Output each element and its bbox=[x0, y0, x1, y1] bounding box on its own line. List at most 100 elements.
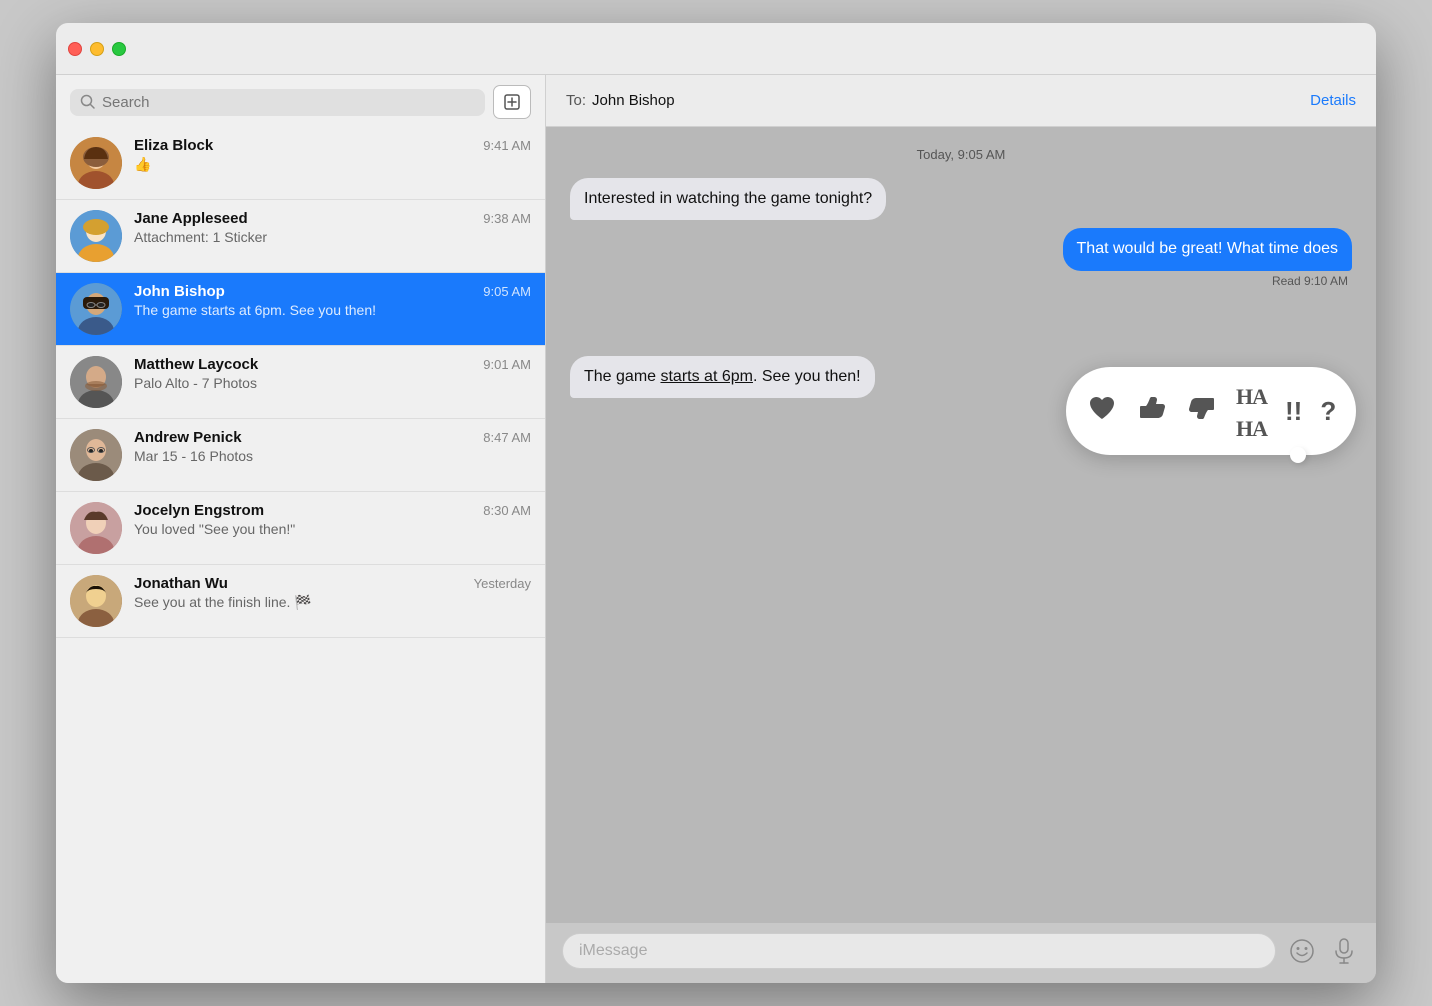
conversation-top: Matthew Laycock 9:01 AM bbox=[134, 356, 531, 373]
search-bar[interactable] bbox=[70, 89, 485, 116]
message-text-part2: . See you then! bbox=[753, 368, 861, 385]
close-button[interactable] bbox=[68, 42, 82, 56]
avatar-andrew bbox=[70, 429, 122, 481]
emoji-button[interactable] bbox=[1286, 935, 1318, 967]
conversation-top: Jane Appleseed 9:38 AM bbox=[134, 210, 531, 227]
conversation-preview: Mar 15 - 16 Photos bbox=[134, 448, 531, 464]
question-text: ? bbox=[1320, 396, 1336, 426]
traffic-lights bbox=[68, 42, 126, 56]
conversation-preview: 👍 bbox=[134, 156, 531, 173]
details-button[interactable]: Details bbox=[1310, 92, 1356, 109]
thumbsup-icon bbox=[1136, 392, 1168, 424]
conversation-info-jocelyn: Jocelyn Engstrom 8:30 AM You loved "See … bbox=[134, 502, 531, 537]
mic-button[interactable] bbox=[1328, 935, 1360, 967]
recipient-name: John Bishop bbox=[592, 92, 675, 109]
conversation-item-eliza-block[interactable]: Eliza Block 9:41 AM 👍 bbox=[56, 127, 545, 200]
compose-button[interactable] bbox=[493, 85, 531, 119]
conversation-time: 9:41 AM bbox=[483, 138, 531, 153]
messages-container: Today, 9:05 AM Interested in watching th… bbox=[546, 127, 1376, 923]
conversation-item-jocelyn-engstrom[interactable]: Jocelyn Engstrom 8:30 AM You loved "See … bbox=[56, 492, 545, 565]
conversation-info-andrew: Andrew Penick 8:47 AM Mar 15 - 16 Photos bbox=[134, 429, 531, 464]
maximize-button[interactable] bbox=[112, 42, 126, 56]
titlebar bbox=[56, 23, 1376, 75]
conversation-item-andrew-penick[interactable]: Andrew Penick 8:47 AM Mar 15 - 16 Photos bbox=[56, 419, 545, 492]
conversation-item-jane-appleseed[interactable]: Jane Appleseed 9:38 AM Attachment: 1 Sti… bbox=[56, 200, 545, 273]
compose-icon bbox=[503, 93, 521, 111]
conversation-name: Jane Appleseed bbox=[134, 210, 248, 227]
conversation-time: 9:05 AM bbox=[483, 284, 531, 299]
heart-icon bbox=[1086, 392, 1118, 424]
conversation-time: 9:01 AM bbox=[483, 357, 531, 372]
tapback-popup: HAHA !! ? bbox=[1066, 367, 1356, 455]
conversation-item-john-bishop[interactable]: John Bishop 9:05 AM The game starts at 6… bbox=[56, 273, 545, 346]
conversation-time: Yesterday bbox=[474, 576, 531, 591]
tapback-question[interactable]: ? bbox=[1316, 391, 1340, 431]
conversation-info-jane: Jane Appleseed 9:38 AM Attachment: 1 Sti… bbox=[134, 210, 531, 245]
avatar-eliza bbox=[70, 137, 122, 189]
message-bubble: Interested in watching the game tonight? bbox=[570, 178, 886, 220]
conversation-item-matthew-laycock[interactable]: Matthew Laycock 9:01 AM Palo Alto - 7 Ph… bbox=[56, 346, 545, 419]
minimize-button[interactable] bbox=[90, 42, 104, 56]
conversation-time: 9:38 AM bbox=[483, 211, 531, 226]
message-row-outgoing-1: That would be great! What time does Read… bbox=[570, 228, 1352, 287]
messages-window: Eliza Block 9:41 AM 👍 bbox=[56, 23, 1376, 983]
emoji-icon bbox=[1289, 938, 1315, 964]
conversation-info-john: John Bishop 9:05 AM The game starts at 6… bbox=[134, 283, 531, 318]
tapback-thumbsdown[interactable] bbox=[1182, 388, 1222, 435]
conversation-preview: Attachment: 1 Sticker bbox=[134, 229, 531, 245]
tapback-heart[interactable] bbox=[1082, 388, 1122, 435]
avatar-matthew bbox=[70, 356, 122, 408]
conversation-item-jonathan-wu[interactable]: Jonathan Wu Yesterday See you at the fin… bbox=[56, 565, 545, 638]
mic-icon bbox=[1333, 938, 1355, 964]
message-bubble-incoming-2: The game starts at 6pm. See you then! bbox=[570, 356, 875, 398]
date-separator: Today, 9:05 AM bbox=[570, 147, 1352, 162]
search-input[interactable] bbox=[102, 94, 475, 111]
conversation-name: Eliza Block bbox=[134, 137, 213, 154]
tapback-exclamation[interactable]: !! bbox=[1281, 391, 1306, 431]
avatar-jonathan bbox=[70, 575, 122, 627]
chat-input-area: iMessage bbox=[546, 923, 1376, 983]
message-text-part1: The game bbox=[584, 368, 660, 385]
conversation-name: Jonathan Wu bbox=[134, 575, 228, 592]
input-placeholder: iMessage bbox=[579, 942, 647, 959]
conversation-preview: See you at the finish line. 🏁 bbox=[134, 594, 531, 611]
conversation-time: 8:30 AM bbox=[483, 503, 531, 518]
avatar-john bbox=[70, 283, 122, 335]
message-bubble-outgoing: That would be great! What time does bbox=[1063, 228, 1352, 270]
avatar-jane bbox=[70, 210, 122, 262]
conversation-preview: The game starts at 6pm. See you then! bbox=[134, 302, 531, 318]
content-area: Eliza Block 9:41 AM 👍 bbox=[56, 75, 1376, 983]
conversation-info-matthew: Matthew Laycock 9:01 AM Palo Alto - 7 Ph… bbox=[134, 356, 531, 391]
exclamation-text: !! bbox=[1285, 396, 1302, 426]
conversation-list: Eliza Block 9:41 AM 👍 bbox=[56, 127, 545, 983]
message-text: Interested in watching the game tonight? bbox=[584, 190, 872, 207]
tapback-haha[interactable]: HAHA bbox=[1232, 375, 1271, 447]
avatar-jocelyn bbox=[70, 502, 122, 554]
chat-area: To: John Bishop Details Today, 9:05 AM I… bbox=[546, 75, 1376, 983]
conversation-name: Jocelyn Engstrom bbox=[134, 502, 264, 519]
conversation-preview: Palo Alto - 7 Photos bbox=[134, 375, 531, 391]
chat-header: To: John Bishop Details bbox=[546, 75, 1376, 127]
tapback-thumbsup[interactable] bbox=[1132, 388, 1172, 435]
imessage-input[interactable]: iMessage bbox=[562, 933, 1276, 969]
message-text: That would be great! What time does bbox=[1077, 240, 1338, 257]
conversation-top: Jonathan Wu Yesterday bbox=[134, 575, 531, 592]
message-text-underline: starts at 6pm bbox=[660, 368, 752, 385]
search-icon bbox=[80, 94, 96, 110]
conversation-top: Eliza Block 9:41 AM bbox=[134, 137, 531, 154]
conversation-top: John Bishop 9:05 AM bbox=[134, 283, 531, 300]
conversation-top: Andrew Penick 8:47 AM bbox=[134, 429, 531, 446]
conversation-name: Matthew Laycock bbox=[134, 356, 258, 373]
conversation-preview: You loved "See you then!" bbox=[134, 521, 531, 537]
thumbsdown-icon bbox=[1186, 392, 1218, 424]
conversation-name: John Bishop bbox=[134, 283, 225, 300]
sidebar: Eliza Block 9:41 AM 👍 bbox=[56, 75, 546, 983]
conversation-top: Jocelyn Engstrom 8:30 AM bbox=[134, 502, 531, 519]
conversation-time: 8:47 AM bbox=[483, 430, 531, 445]
recipient-label: To: bbox=[566, 92, 586, 109]
message-row-incoming-1: Interested in watching the game tonight? bbox=[570, 178, 1352, 220]
conversation-name: Andrew Penick bbox=[134, 429, 242, 446]
sidebar-header bbox=[56, 75, 545, 127]
conversation-info-jonathan: Jonathan Wu Yesterday See you at the fin… bbox=[134, 575, 531, 611]
message-status: Read 9:10 AM bbox=[1272, 274, 1348, 288]
